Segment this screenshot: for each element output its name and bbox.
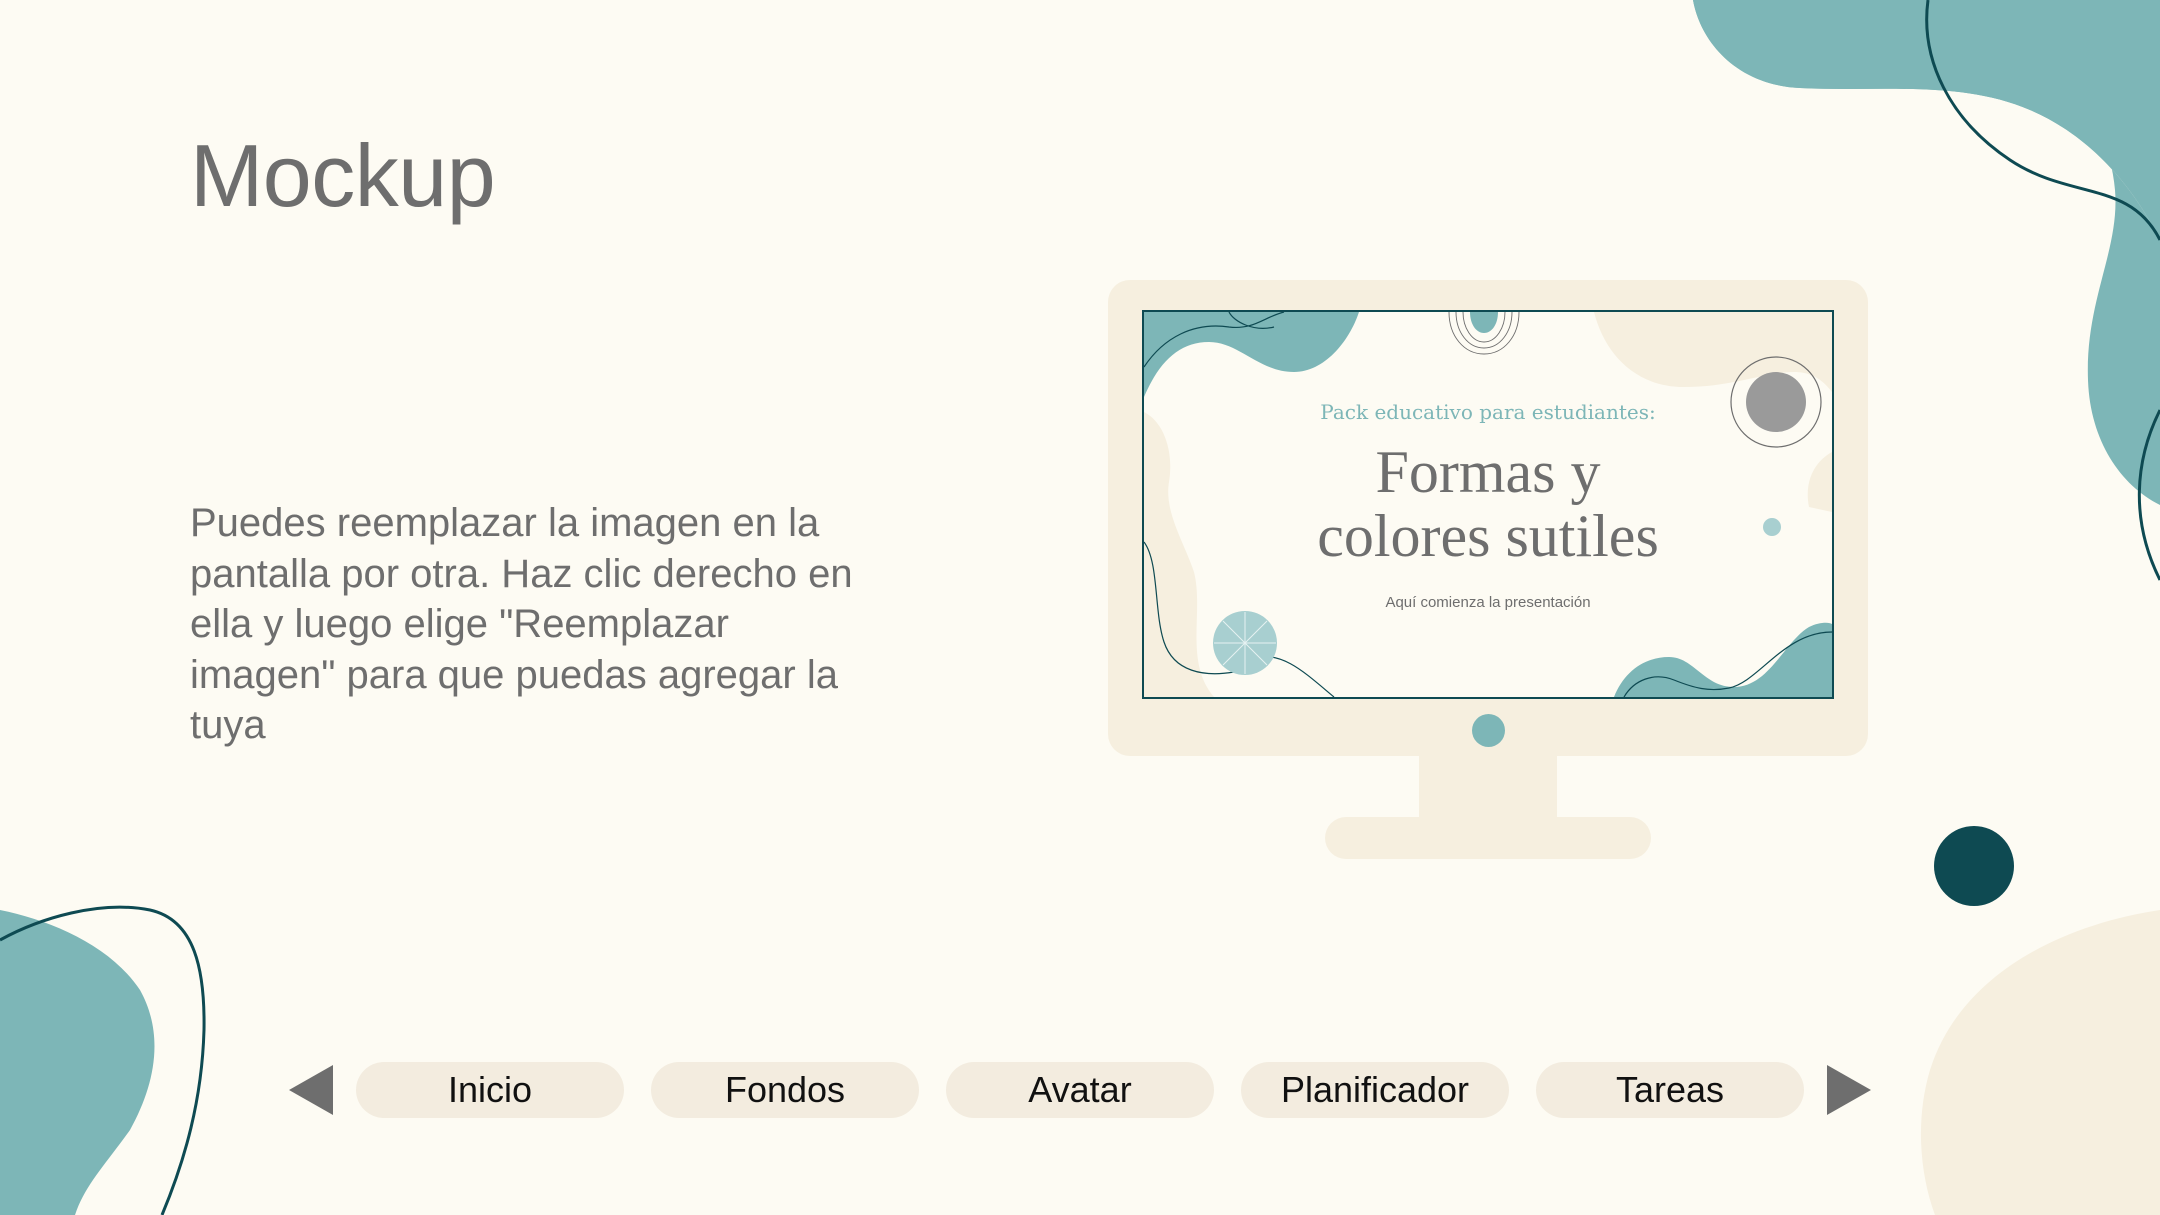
bottom-left-teal-blob [0, 910, 155, 1215]
monitor-mockup: Pack educativo para estudiantes: Formas … [1108, 280, 1868, 860]
top-right-wave-line [1925, 0, 2160, 581]
slide-body-text: Puedes reemplazar la imagen en la pantal… [190, 501, 853, 747]
nav-button-avatar[interactable]: Avatar [946, 1062, 1214, 1118]
screen-title: Formas y colores sutiles [1144, 440, 1832, 568]
bottom-left-wave-line [0, 905, 206, 1215]
nav-button-inicio[interactable]: Inicio [356, 1062, 624, 1118]
dark-teal-circle [1934, 826, 2014, 906]
screen-title-line1: Formas y [1375, 439, 1601, 505]
monitor-base [1325, 817, 1651, 859]
triangle-left-icon [289, 1065, 333, 1115]
nav-button-planificador[interactable]: Planificador [1241, 1062, 1509, 1118]
screen-subtitle: Pack educativo para estudiantes: [1320, 400, 1656, 424]
nav-button-tareas[interactable]: Tareas [1536, 1062, 1804, 1118]
triangle-right-icon [1827, 1065, 1871, 1115]
prev-arrow-button[interactable] [286, 1062, 336, 1118]
slide-title: Mockup [190, 126, 496, 225]
nav-button-fondos[interactable]: Fondos [651, 1062, 919, 1118]
monitor-screen-image[interactable]: Pack educativo para estudiantes: Formas … [1142, 310, 1834, 699]
next-arrow-button[interactable] [1824, 1062, 1874, 1118]
monitor-power-dot [1472, 714, 1505, 747]
screen-caption: Aquí comienza la presentación [1385, 594, 1591, 611]
screen-title-line2: colores sutiles [1317, 503, 1659, 569]
bottom-right-cream-blob [1920, 910, 2160, 1215]
